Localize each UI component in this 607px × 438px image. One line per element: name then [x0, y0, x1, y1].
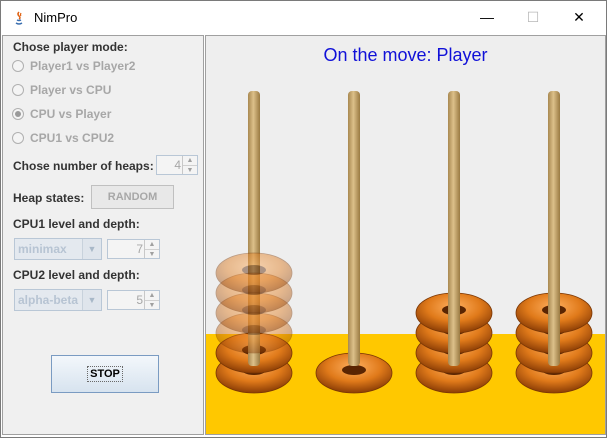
java-app-icon [15, 11, 23, 25]
random-button[interactable]: RANDOM [91, 185, 174, 209]
spinner-up-icon[interactable]: ▲ [145, 291, 159, 301]
cpu2-label: CPU2 level and depth: [13, 268, 140, 282]
cpu1-depth-spinner[interactable]: 7 ▲ ▼ [107, 239, 160, 259]
cpu2-depth-value: 5 [136, 293, 143, 307]
radio-button[interactable] [12, 132, 24, 144]
cpu1-label: CPU1 level and depth: [13, 217, 140, 231]
dropdown-arrow-icon[interactable]: ▼ [82, 239, 101, 259]
maximize-button[interactable]: ☐ [510, 1, 556, 34]
heap-4[interactable] [515, 91, 593, 394]
close-button[interactable]: ✕ [556, 1, 602, 34]
mode-label: Player1 vs Player2 [30, 59, 136, 73]
stop-button[interactable]: STOP [51, 355, 159, 393]
cpu1-algorithm-value: minimax [18, 242, 67, 256]
removed-token-ghost [215, 252, 293, 294]
heap-peg [348, 91, 360, 366]
player-mode-label: Chose player mode: [13, 40, 128, 54]
heaps-count-value: 4 [174, 158, 181, 172]
cpu2-algorithm-select[interactable]: alpha-beta ▼ [14, 289, 102, 311]
settings-panel: Chose player mode: Player1 vs Player2 Pl… [2, 35, 204, 435]
cpu1-depth-value: 7 [136, 242, 143, 256]
heap-1[interactable] [215, 91, 293, 394]
game-board: On the move: Player [205, 35, 606, 435]
stop-button-label: STOP [87, 366, 123, 382]
heap-states-label: Heap states: [13, 191, 85, 205]
cpu1-algorithm-select[interactable]: minimax ▼ [14, 238, 102, 260]
spinner-up-icon[interactable]: ▲ [145, 240, 159, 250]
radio-button[interactable] [12, 60, 24, 72]
heaps-canvas [206, 91, 605, 434]
heap-peg [448, 91, 460, 366]
window-title: NimPro [34, 10, 78, 25]
cpu2-depth-spinner[interactable]: 5 ▲ ▼ [107, 290, 160, 310]
radio-button[interactable] [12, 84, 24, 96]
spinner-up-icon[interactable]: ▲ [183, 156, 197, 166]
mode-label: Player vs CPU [30, 83, 112, 97]
spinner-down-icon[interactable]: ▼ [145, 301, 159, 310]
heaps-count-label: Chose number of heaps: [13, 159, 154, 173]
mode-label: CPU vs Player [30, 107, 112, 121]
title-bar: NimPro — ☐ ✕ [1, 1, 606, 34]
heaps-count-spinner[interactable]: 4 ▲ ▼ [156, 155, 198, 175]
radio-button[interactable] [12, 108, 24, 120]
cpu2-algorithm-value: alpha-beta [18, 293, 79, 307]
minimize-button[interactable]: — [464, 1, 510, 34]
mode-label: CPU1 vs CPU2 [30, 131, 115, 145]
app-window: NimPro — ☐ ✕ Chose player mode: Player1 … [0, 0, 607, 438]
spinner-down-icon[interactable]: ▼ [145, 250, 159, 259]
heap-3[interactable] [415, 91, 493, 394]
dropdown-arrow-icon[interactable]: ▼ [82, 290, 101, 310]
heap-peg [548, 91, 560, 366]
spinner-down-icon[interactable]: ▼ [183, 166, 197, 175]
